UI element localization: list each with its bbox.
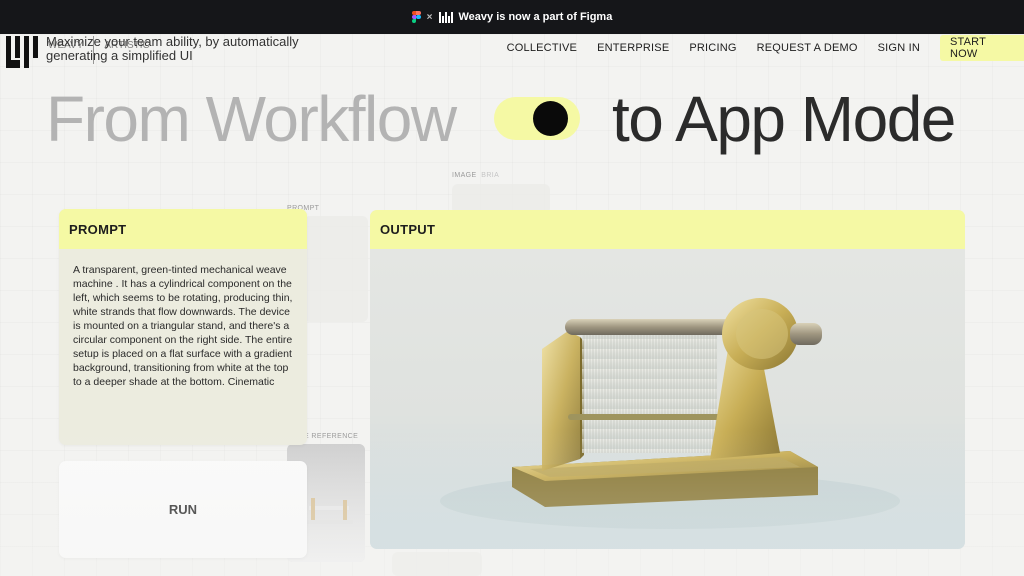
main-nav: COLLECTIVE ENTERPRISE PRICING REQUEST A … (507, 34, 1024, 62)
nav-pricing[interactable]: PRICING (689, 42, 736, 54)
run-button[interactable]: RUN (59, 461, 307, 558)
site-header: WEAVY ARTISTIC Maximize your team abilit… (0, 34, 1024, 68)
ghost-prompt-card (304, 216, 368, 322)
nav-enterprise[interactable]: ENTERPRISE (597, 42, 669, 54)
banner-separator: × (426, 11, 433, 23)
output-image (370, 249, 965, 549)
output-card-title: OUTPUT (370, 210, 965, 249)
hero-heading: From Workflow to App Mode (46, 84, 986, 160)
ghost-image-label: IMAGE BRIA (452, 172, 499, 179)
ghost-reference-label: E REFERENCE (304, 433, 359, 440)
figma-logo-icon (411, 10, 421, 24)
weavy-logo-icon[interactable] (6, 36, 40, 70)
start-now-button[interactable]: START NOW (940, 35, 1024, 61)
ghost-image-title: IMAGE (452, 172, 477, 179)
ghost-image-subtitle: BRIA (481, 172, 500, 179)
nav-request-demo[interactable]: REQUEST A DEMO (757, 42, 858, 54)
weavy-logo-icon (438, 11, 453, 23)
hero-heading-right: to App Mode (612, 83, 956, 155)
mode-toggle[interactable] (494, 97, 580, 140)
prompt-textarea[interactable]: A transparent, green-tinted mechanical w… (59, 249, 307, 403)
hero-heading-left: From Workflow (46, 83, 457, 155)
ghost-bottom-card (392, 552, 482, 576)
output-card: OUTPUT (370, 210, 965, 549)
hero-tagline: Maximize your team ability, by automatic… (46, 34, 299, 63)
prompt-card-title: PROMPT (59, 209, 307, 249)
banner-text: Weavy is now a part of Figma (458, 11, 613, 23)
nav-sign-in[interactable]: SIGN IN (878, 42, 920, 54)
toggle-knob (533, 101, 568, 136)
prompt-card[interactable]: PROMPT A transparent, green-tinted mecha… (59, 209, 307, 445)
nav-collective[interactable]: COLLECTIVE (507, 42, 577, 54)
announcement-banner[interactable]: × Weavy is now a part of Figma (0, 0, 1024, 34)
